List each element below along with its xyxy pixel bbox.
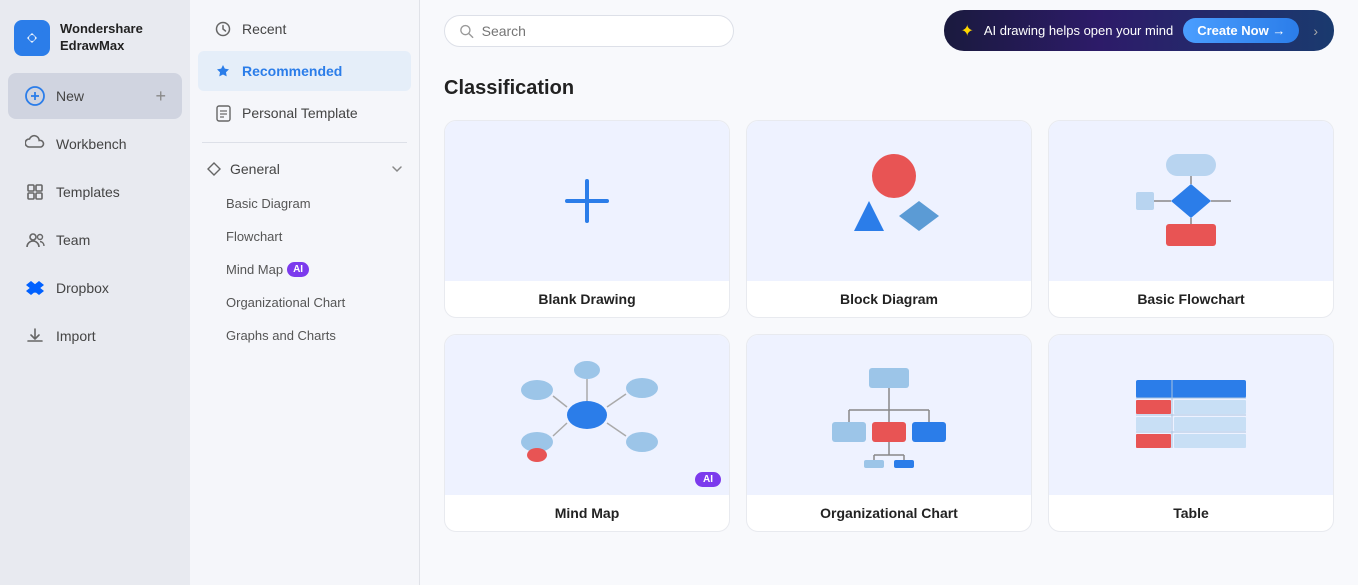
card-basic-flowchart[interactable]: Basic Flowchart <box>1048 120 1334 318</box>
sidebar-item-label-workbench: Workbench <box>56 136 127 152</box>
card-visual-orgchart <box>747 335 1031 495</box>
diamond-icon <box>206 161 222 177</box>
middle-panel: Recent Recommended Personal Template Gen <box>190 0 420 585</box>
card-label-mindmap: Mind Map <box>445 495 729 531</box>
search-input[interactable] <box>482 23 719 39</box>
divider <box>202 142 407 143</box>
logo-area: Wondershare EdrawMax <box>0 12 190 72</box>
banner-chevron-icon: › <box>1313 23 1318 39</box>
card-label-block: Block Diagram <box>747 281 1031 317</box>
mindmap-visual <box>512 360 662 470</box>
sub-item-basic-diagram[interactable]: Basic Diagram <box>190 187 419 220</box>
sidebar-item-label-import: Import <box>56 328 96 344</box>
app-logo-icon <box>14 20 50 56</box>
ai-banner-text: AI drawing helps open your mind <box>984 23 1173 38</box>
main-content: ✦ AI drawing helps open your mind Create… <box>420 0 1358 585</box>
middle-item-label-recent: Recent <box>242 21 286 37</box>
card-label-table: Table <box>1049 495 1333 531</box>
chevron-down-icon <box>391 163 403 175</box>
template-icon <box>24 181 46 203</box>
ai-star-icon: ✦ <box>960 21 973 41</box>
import-icon <box>24 325 46 347</box>
orgchart-visual <box>824 360 954 470</box>
sub-item-mind-map[interactable]: Mind Map AI <box>190 253 419 286</box>
middle-item-label-recommended: Recommended <box>242 63 342 79</box>
sidebar-item-import[interactable]: Import <box>8 313 182 359</box>
card-visual-blank <box>445 121 729 281</box>
cloud-icon <box>24 133 46 155</box>
cards-grid: Blank Drawing Block Diagram <box>444 120 1334 532</box>
left-sidebar: Wondershare EdrawMax New + Workbench <box>0 0 190 585</box>
create-now-button[interactable]: Create Now → <box>1183 18 1299 43</box>
ai-banner[interactable]: ✦ AI drawing helps open your mind Create… <box>944 10 1334 51</box>
content-area: Classification Blank Drawing <box>420 61 1358 585</box>
document-icon <box>214 104 232 122</box>
app-name: Wondershare EdrawMax <box>60 21 143 55</box>
card-blank-drawing[interactable]: Blank Drawing <box>444 120 730 318</box>
sidebar-item-templates[interactable]: Templates <box>8 169 182 215</box>
section-title: Classification <box>444 77 1334 100</box>
star-icon <box>214 62 232 80</box>
sidebar-item-label-templates: Templates <box>56 184 120 200</box>
card-block-diagram[interactable]: Block Diagram <box>746 120 1032 318</box>
card-mind-map[interactable]: AI Mind Map <box>444 334 730 532</box>
card-table[interactable]: Table <box>1048 334 1334 532</box>
plus-circle-icon <box>24 85 46 107</box>
card-org-chart[interactable]: Organizational Chart <box>746 334 1032 532</box>
card-visual-mindmap: AI <box>445 335 729 495</box>
card-label-flowchart: Basic Flowchart <box>1049 281 1333 317</box>
sidebar-item-new[interactable]: New + <box>8 73 182 119</box>
flowchart-visual <box>1126 146 1256 256</box>
card-label-orgchart: Organizational Chart <box>747 495 1031 531</box>
sidebar-item-label-new: New <box>56 88 84 104</box>
sidebar-item-workbench[interactable]: Workbench <box>8 121 182 167</box>
block-diagram-visual <box>829 146 949 256</box>
ai-badge-mindmap-card: AI <box>695 472 721 487</box>
search-box[interactable] <box>444 15 734 47</box>
sub-item-graphs-charts[interactable]: Graphs and Charts <box>190 319 419 352</box>
card-label-blank: Blank Drawing <box>445 281 729 317</box>
sub-item-org-chart[interactable]: Organizational Chart <box>190 286 419 319</box>
card-visual-flowchart <box>1049 121 1333 281</box>
sidebar-item-label-dropbox: Dropbox <box>56 280 109 296</box>
sidebar-item-team[interactable]: Team <box>8 217 182 263</box>
blank-drawing-visual <box>552 166 622 236</box>
ai-badge-mind-map: AI <box>287 262 309 277</box>
new-plus-icon: + <box>155 86 166 107</box>
middle-item-label-personal: Personal Template <box>242 105 358 121</box>
sub-item-flowchart[interactable]: Flowchart <box>190 220 419 253</box>
card-visual-block <box>747 121 1031 281</box>
middle-item-recent[interactable]: Recent <box>198 9 411 49</box>
sidebar-item-dropbox[interactable]: Dropbox <box>8 265 182 311</box>
sidebar-item-label-team: Team <box>56 232 90 248</box>
section-general[interactable]: General <box>190 151 419 187</box>
table-visual <box>1126 365 1256 465</box>
card-visual-table <box>1049 335 1333 495</box>
middle-item-personal[interactable]: Personal Template <box>198 93 411 133</box>
section-label-general: General <box>230 161 280 177</box>
top-bar: ✦ AI drawing helps open your mind Create… <box>420 0 1358 61</box>
team-icon <box>24 229 46 251</box>
middle-item-recommended[interactable]: Recommended <box>198 51 411 91</box>
clock-icon <box>214 20 232 38</box>
dropbox-icon <box>24 277 46 299</box>
search-icon <box>459 23 474 39</box>
